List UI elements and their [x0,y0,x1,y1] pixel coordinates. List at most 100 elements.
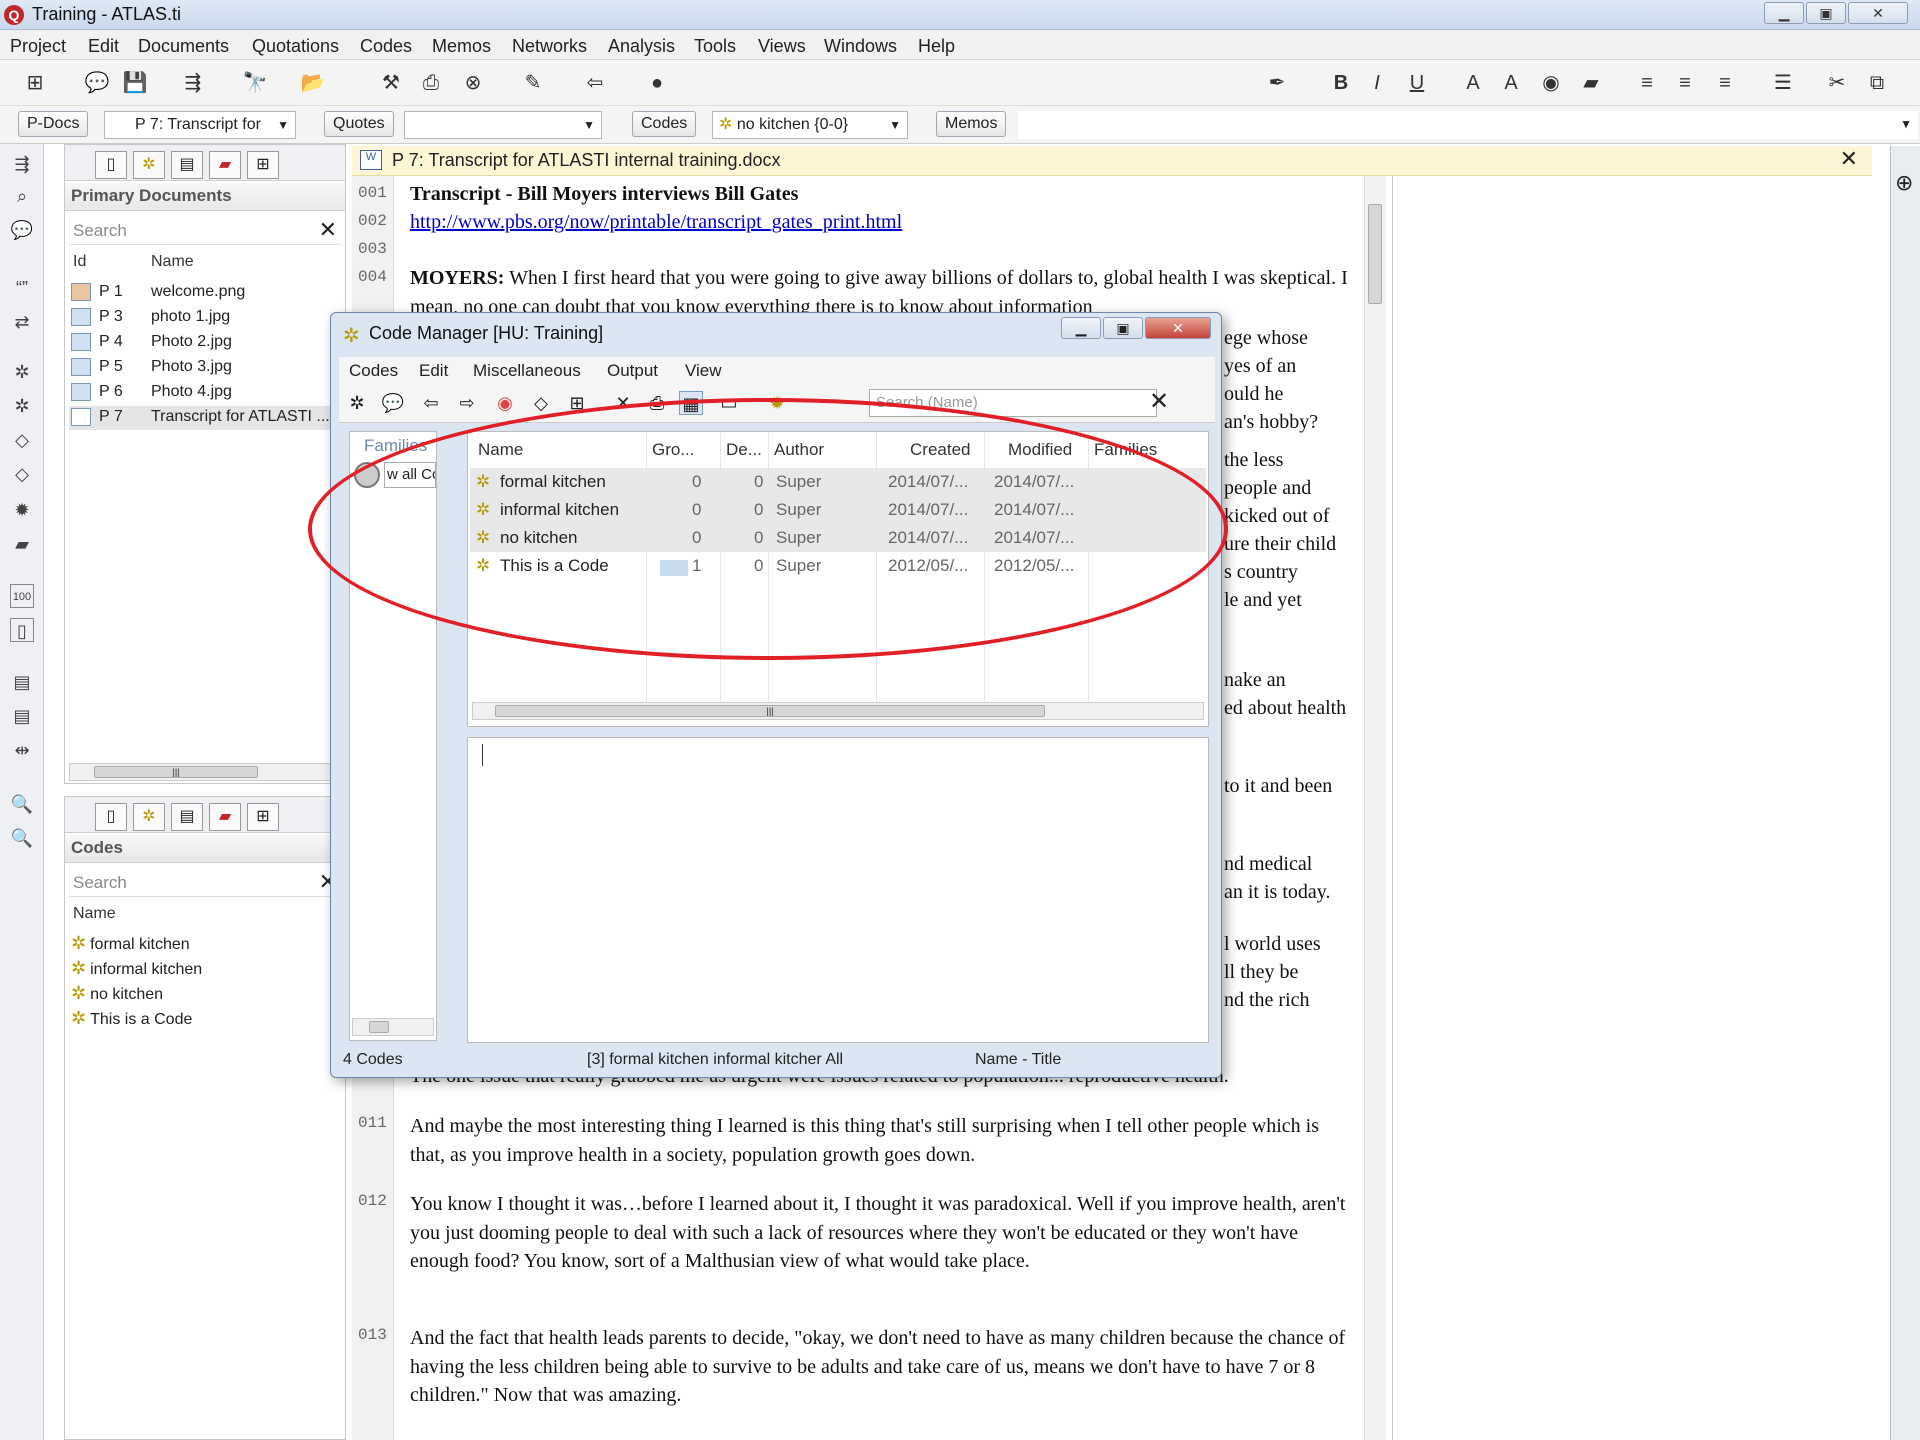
col-id[interactable]: Id [73,253,86,271]
code-list-item[interactable]: ✲ This is a Code [71,1008,192,1032]
quotes-button[interactable]: Quotes [324,111,394,137]
cm-menu-codes[interactable]: Codes [349,361,398,381]
open-icon[interactable]: 📂 [300,70,326,96]
menu-quotations[interactable]: Quotations [252,36,339,57]
code-comment-editor[interactable] [467,737,1209,1043]
tab-pdocs[interactable]: ▯ [95,803,127,831]
menu-memos[interactable]: Memos [432,36,491,57]
print-icon[interactable]: ⎙ [645,391,669,415]
code-by-list-icon[interactable]: ◇ [10,462,34,486]
tab-codes[interactable]: ✲ [133,803,165,831]
code-tree-icon[interactable]: ⇶ [10,152,34,176]
menu-analysis[interactable]: Analysis [608,36,675,57]
new-code-icon[interactable]: ✲ [345,391,369,415]
tab-networks[interactable]: ⊞ [247,803,279,831]
highlighter-icon[interactable]: ✒ [1264,70,1290,96]
margin-area[interactable] [1392,176,1888,1440]
quote-icon[interactable]: “” [10,276,34,300]
copy-icon[interactable]: ⧉ [1864,70,1890,96]
pdoc-row[interactable]: P 1 welcome.png [69,281,341,305]
color-icon[interactable]: ◉ [1538,70,1564,96]
col-name[interactable]: Name [73,905,116,923]
code-row[interactable]: ✲ no kitchen 0 0 Super 2014/07/... 2014/… [470,524,1206,552]
menu-views[interactable]: Views [758,36,806,57]
menu-windows[interactable]: Windows [824,36,897,57]
maximize-button[interactable]: ▣ [1806,2,1846,24]
menu-project[interactable]: Project [10,36,66,57]
codes-button[interactable]: Codes [632,111,697,137]
layout-icon[interactable]: ▤ [10,670,34,694]
underline-icon[interactable]: U [1404,70,1430,96]
align-right-icon[interactable]: ≡ [1712,70,1738,96]
scroll-thumb[interactable] [1368,204,1382,304]
pdocs-combo[interactable]: P 7: Transcript for ▼ [104,111,296,139]
margin-toggle-icon[interactable]: ▯ [10,618,34,642]
zoom-out-icon[interactable]: 🔍 [10,826,34,850]
tab-quotes[interactable]: ▤ [171,151,203,179]
cm-menu-miscellaneous[interactable]: Miscellaneous [473,361,581,381]
align-left-icon[interactable]: ≡ [1634,70,1660,96]
find-icon[interactable]: 🔭 [242,70,268,96]
minimize-button[interactable]: ▁ [1061,317,1101,339]
pen-icon[interactable]: ✎ [520,70,546,96]
col-name[interactable]: Name [478,440,523,460]
code-in-vivo-icon[interactable]: ✲ [10,394,34,418]
layout2-icon[interactable]: ▤ [10,704,34,728]
bold-icon[interactable]: B [1328,70,1354,96]
report-icon[interactable]: ⎙ [418,70,444,96]
code-row[interactable]: ✲ informal kitchen 0 0 Super 2014/07/...… [470,496,1206,524]
horizontal-scrollbar[interactable]: ||| [69,763,341,781]
minimize-button[interactable]: ▁ [1764,2,1804,24]
view-details-icon[interactable]: ▦ [679,391,703,415]
show-all-icon[interactable] [354,462,380,488]
view-list-icon[interactable]: ▭ [717,391,741,415]
col-groundedness[interactable]: Gro... [652,440,695,460]
network-icon[interactable]: ⊞ [565,391,589,415]
col-modified[interactable]: Modified [1008,440,1072,460]
pdocs-button[interactable]: P-Docs [18,111,89,137]
bomb-icon[interactable]: ● [644,70,670,96]
code-row[interactable]: ✲ This is a Code 1 0 Super 2012/05/... 2… [470,552,1206,580]
back-arrow-icon[interactable]: ⇦ [419,391,443,415]
menu-networks[interactable]: Networks [512,36,587,57]
comment-icon[interactable]: 💬 [381,391,405,415]
pdoc-row[interactable]: P 4 Photo 2.jpg [69,331,341,355]
align-center-icon[interactable]: ≡ [1672,70,1698,96]
back-icon[interactable]: ⇦ [582,70,608,96]
codes-combo[interactable]: ✲ no kitchen {0-0} ▼ [712,111,908,139]
menu-tools[interactable]: Tools [694,36,736,57]
memo-icon[interactable]: ▰ [10,532,34,556]
show-all-button[interactable]: w all Cc [384,462,436,488]
tab-codes[interactable]: ✲ [133,151,165,179]
code-quick-icon[interactable]: ◇ [10,428,34,452]
tools-icon[interactable]: ⚒ [378,70,404,96]
zoom-percent-icon[interactable]: 100 [10,584,34,608]
save-icon[interactable]: 💾 [122,70,148,96]
pdoc-row[interactable]: P 6 Photo 4.jpg [69,381,341,405]
pdoc-row[interactable]: P 3 photo 1.jpg [69,306,341,330]
split-icon[interactable]: ⇹ [10,738,34,762]
pdoc-search-input[interactable]: Search ✕ [69,215,341,245]
font-decrease-icon[interactable]: A [1460,70,1486,96]
comment-icon[interactable]: 💬 [84,70,110,96]
code-tools-icon[interactable]: ◇ [529,391,553,415]
tab-memos[interactable]: ▰ [209,803,241,831]
col-families[interactable]: Families [1094,440,1157,460]
cut-icon[interactable]: ✂ [1824,70,1850,96]
search-icon[interactable]: ⌕ [10,184,34,208]
italic-icon[interactable]: I [1364,70,1390,96]
horizontal-scrollbar[interactable]: ||| [472,702,1204,720]
bullets-icon[interactable]: ☰ [1770,70,1796,96]
link-text[interactable]: http://www.pbs.org/now/printable/transcr… [410,211,902,233]
forward-arrow-icon[interactable]: ⇨ [455,391,479,415]
code-list-item[interactable]: ✲ informal kitchen [71,958,202,982]
code-search-input[interactable]: Search ✕ [69,867,341,897]
cm-menu-view[interactable]: View [685,361,722,381]
scroll-thumb[interactable]: ||| [94,766,258,778]
document-tab[interactable]: W P 7: Transcript for ATLASTI internal t… [352,146,1872,176]
col-density[interactable]: De... [726,440,762,460]
tab-memos[interactable]: ▰ [209,151,241,179]
clear-search-icon[interactable]: ✕ [1149,387,1169,416]
col-author[interactable]: Author [774,440,824,460]
font-increase-icon[interactable]: A [1498,70,1524,96]
